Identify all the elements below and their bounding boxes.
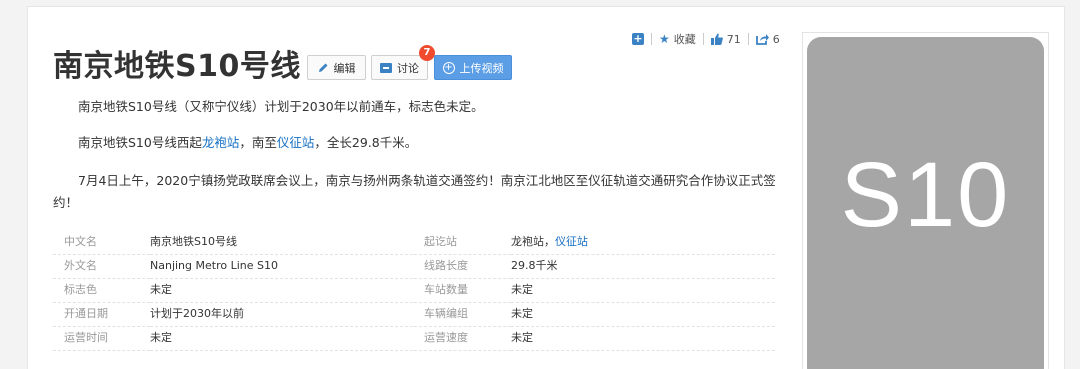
info-key: 运营时间 <box>53 328 150 351</box>
line-logo: S10 <box>807 37 1044 369</box>
info-row: 外文名 Nanjing Metro Line S10 线路长度 29.8千米 <box>53 256 775 280</box>
summary-paragraph-3: 7月4日上午，2020宁镇扬党政联席会议上，南京与扬州两条轨道交通签约！南京江北… <box>53 173 776 210</box>
info-value: 未定 <box>511 304 775 327</box>
upload-video-label: 上传视频 <box>459 61 504 75</box>
info-row: 运营时间 未定 运营速度 未定 <box>53 328 775 352</box>
share-count: 6 <box>772 32 780 46</box>
info-value: Nanjing Metro Line S10 <box>150 256 413 279</box>
add-to-list-button[interactable]: + <box>632 33 644 45</box>
divider <box>747 33 749 45</box>
comment-icon <box>380 62 392 73</box>
edit-button[interactable]: 编辑 <box>307 55 366 80</box>
link-yizheng-station[interactable]: 仪征站 <box>277 135 315 150</box>
like-button[interactable]: 71 <box>710 32 741 46</box>
link-longpao-station[interactable]: 龙袍站 <box>202 135 240 150</box>
text: ，全长29.8千米。 <box>314 135 418 150</box>
info-key: 运营速度 <box>414 328 511 351</box>
star-icon: ★ <box>659 32 670 46</box>
share-button[interactable]: 6 <box>755 32 780 46</box>
logo-text: S10 <box>840 144 1011 246</box>
summary-paragraph-1: 南京地铁S10号线（又称宁仪线）计划于2030年以前通车，标志色未定。 <box>78 99 484 114</box>
text: ，南至 <box>239 135 277 150</box>
text: 龙袍站， <box>511 235 555 248</box>
divider <box>702 33 704 45</box>
link-yizheng-station[interactable]: 仪征站 <box>555 235 588 248</box>
info-key: 线路长度 <box>414 256 511 279</box>
info-value: 未定 <box>511 328 775 351</box>
info-value: 未定 <box>150 328 413 351</box>
info-row: 中文名 南京地铁S10号线 起讫站 龙袍站，仪征站 <box>53 232 775 256</box>
summary-picture[interactable]: S10 <box>802 32 1049 369</box>
summary-paragraph-2: 南京地铁S10号线西起龙袍站，南至仪征站，全长29.8千米。 <box>53 132 778 154</box>
info-key: 车辆编组 <box>414 304 511 327</box>
info-key: 车站数量 <box>414 280 511 303</box>
page-title: 南京地铁S10号线 <box>53 49 301 84</box>
info-value: 未定 <box>511 280 775 303</box>
discuss-count-badge: 7 <box>419 45 435 61</box>
plus-circle-icon: + <box>442 61 455 74</box>
info-row: 标志色 未定 车站数量 未定 <box>53 280 775 304</box>
info-value: 龙袍站，仪征站 <box>511 232 775 255</box>
divider <box>651 33 652 45</box>
favorite-label: 收藏 <box>673 33 696 46</box>
info-value: 计划于2030年以前 <box>150 304 413 327</box>
thumbs-up-icon <box>710 33 723 45</box>
discuss-button[interactable]: 讨论 <box>371 55 428 80</box>
basic-info-table: 中文名 南京地铁S10号线 起讫站 龙袍站，仪征站 外文名 Nanjing Me… <box>53 232 775 352</box>
upload-video-button[interactable]: + 上传视频 <box>434 55 512 80</box>
info-key: 标志色 <box>53 280 150 303</box>
favorite-button[interactable]: ★ 收藏 <box>659 31 696 47</box>
info-value: 未定 <box>150 280 413 303</box>
discuss-button-label: 讨论 <box>397 61 419 75</box>
info-row: 开通日期 计划于2030年以前 车辆编组 未定 <box>53 304 775 328</box>
plus-square-icon: + <box>632 32 644 45</box>
info-key: 起讫站 <box>414 232 511 255</box>
lemma-toolbar: + ★ 收藏 71 6 <box>632 32 780 46</box>
edit-button-label: 编辑 <box>333 61 356 75</box>
share-icon <box>755 33 769 45</box>
info-key: 外文名 <box>53 256 150 279</box>
like-count: 71 <box>726 32 741 46</box>
info-value: 南京地铁S10号线 <box>150 232 413 255</box>
pencil-icon <box>318 63 327 72</box>
info-key: 中文名 <box>53 232 150 255</box>
text: 南京地铁S10号线西起 <box>78 135 202 150</box>
info-key: 开通日期 <box>53 304 150 327</box>
info-value: 29.8千米 <box>511 256 775 279</box>
